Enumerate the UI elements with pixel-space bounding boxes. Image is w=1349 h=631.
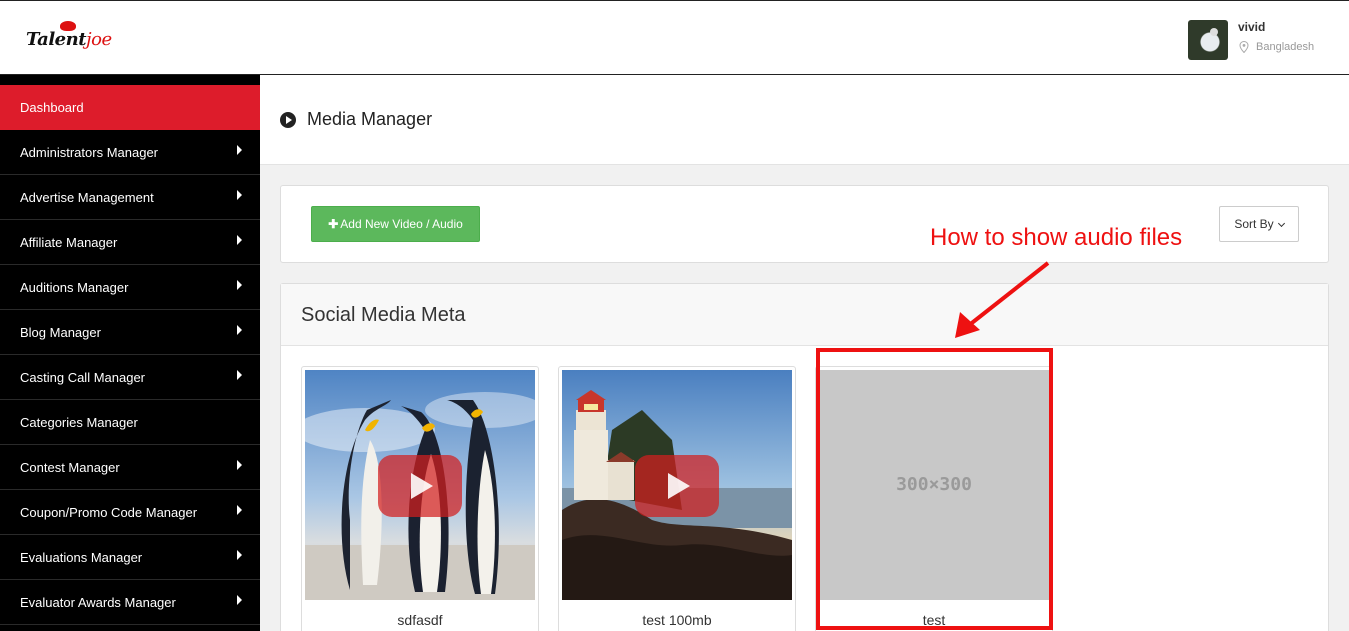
caret-right-icon bbox=[237, 235, 242, 245]
lighthouse-thumbnail[interactable] bbox=[562, 370, 792, 600]
play-video-icon[interactable] bbox=[378, 455, 462, 517]
sidebar-item-advertise-management[interactable]: Advertise Management bbox=[0, 175, 260, 220]
placeholder-size-label: 300×300 bbox=[896, 474, 972, 495]
annotation-text: How to show audio files bbox=[930, 224, 1183, 251]
plus-icon: ✚ bbox=[328, 217, 339, 231]
sidebar-item-label: Administrators Manager bbox=[20, 145, 158, 160]
sidebar-item-affiliate-manager[interactable]: Affiliate Manager bbox=[0, 220, 260, 265]
user-name: vivid bbox=[1238, 20, 1266, 34]
talentjoe-logo[interactable]: Talentjoe bbox=[26, 21, 116, 63]
sidebar-item-label: Auditions Manager bbox=[20, 280, 129, 295]
caret-right-icon bbox=[237, 145, 242, 155]
add-media-button[interactable]: ✚ Add New Video / Audio bbox=[311, 206, 480, 242]
sort-by-label: Sort By bbox=[1234, 217, 1274, 231]
sidebar-item-label: Evaluator Awards Manager bbox=[20, 595, 176, 610]
caret-right-icon bbox=[237, 550, 242, 560]
caret-right-icon bbox=[237, 190, 242, 200]
media-card-name: test 100mb bbox=[642, 612, 712, 628]
play-circle-icon bbox=[280, 112, 296, 128]
user-location: Bangladesh bbox=[1256, 41, 1315, 53]
sidebar-item-label: Affiliate Manager bbox=[20, 235, 118, 250]
media-card[interactable]: test 100mb bbox=[558, 366, 796, 631]
logo-text: Talentjoe bbox=[26, 29, 112, 50]
sidebar-item-evaluator-awards-manager[interactable]: Evaluator Awards Manager bbox=[0, 580, 260, 625]
avatar[interactable] bbox=[1188, 20, 1228, 60]
media-card[interactable]: 300×300 test bbox=[815, 366, 1053, 631]
sort-by-dropdown[interactable]: Sort By bbox=[1219, 206, 1299, 242]
sidebar: Dashboard Administrators Manager Advertise… bbox=[0, 75, 260, 631]
play-video-icon[interactable] bbox=[635, 455, 719, 517]
caret-right-icon bbox=[237, 280, 242, 290]
media-panel: Social Media Meta sdfasdf test 100mb 300… bbox=[280, 283, 1329, 631]
caret-right-icon bbox=[237, 370, 242, 380]
media-card-name: test bbox=[922, 612, 946, 628]
sidebar-item-label: Blog Manager bbox=[20, 325, 101, 340]
sidebar-item-casting-call-manager[interactable]: Casting Call Manager bbox=[0, 355, 260, 400]
sidebar-item-contest-manager[interactable]: Contest Manager bbox=[0, 445, 260, 490]
sidebar-item-label: Evaluations Manager bbox=[20, 550, 143, 565]
sidebar-item-label: Coupon/Promo Code Manager bbox=[20, 505, 198, 520]
media-panel-title: Social Media Meta bbox=[301, 304, 466, 326]
location-pin-icon bbox=[1239, 41, 1249, 53]
sidebar-item-label: Contest Manager bbox=[20, 460, 120, 475]
sidebar-item-administrators-manager[interactable]: Administrators Manager bbox=[0, 130, 260, 175]
sidebar-item-auditions-manager[interactable]: Auditions Manager bbox=[0, 265, 260, 310]
media-card-name: sdfasdf bbox=[397, 612, 443, 628]
add-media-label: Add New Video / Audio bbox=[340, 217, 463, 231]
sidebar-item-label: Categories Manager bbox=[20, 415, 138, 430]
media-panel-header: Social Media Meta bbox=[281, 284, 1328, 346]
penguins-thumbnail[interactable] bbox=[305, 370, 535, 600]
sidebar-item-label: Dashboard bbox=[20, 100, 84, 115]
sidebar-item-categories-manager[interactable]: Categories Manager bbox=[0, 400, 260, 445]
sidebar-item-coupon-promo-code-manager[interactable]: Coupon/Promo Code Manager bbox=[0, 490, 260, 535]
caret-right-icon bbox=[237, 595, 242, 605]
audio-placeholder-thumbnail[interactable]: 300×300 bbox=[819, 370, 1049, 600]
sidebar-item-dashboard[interactable]: Dashboard bbox=[0, 85, 260, 130]
chevron-down-icon bbox=[1277, 219, 1285, 228]
page-title: Media Manager bbox=[307, 109, 433, 129]
user-profile[interactable]: vivid Bangladesh bbox=[1188, 20, 1338, 60]
media-card[interactable]: sdfasdf bbox=[301, 366, 539, 631]
caret-right-icon bbox=[237, 325, 242, 335]
page-header: Media Manager bbox=[260, 75, 1349, 165]
caret-right-icon bbox=[237, 505, 242, 515]
sidebar-item-blog-manager[interactable]: Blog Manager bbox=[0, 310, 260, 355]
sidebar-item-label: Advertise Management bbox=[20, 190, 154, 205]
sidebar-item-label: Casting Call Manager bbox=[20, 370, 146, 385]
top-header: Talentjoe vivid Bangladesh bbox=[0, 0, 1349, 75]
sidebar-item-evaluations-manager[interactable]: Evaluations Manager bbox=[0, 535, 260, 580]
caret-right-icon bbox=[237, 460, 242, 470]
